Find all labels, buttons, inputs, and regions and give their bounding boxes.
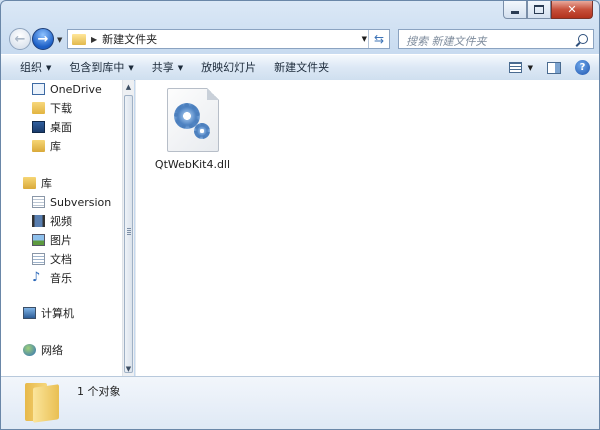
subversion-icon — [32, 196, 45, 208]
nav-item-onedrive[interactable]: OneDrive — [32, 80, 102, 98]
details-pane: 1 个对象 — [1, 376, 599, 429]
nav-item-computer[interactable]: 计算机 — [23, 304, 74, 322]
gear-icon — [193, 123, 210, 139]
file-list: QtWebKit4.dll — [135, 80, 599, 376]
include-label: 包含到库中 — [69, 61, 125, 74]
recent-pages-dropdown[interactable]: ▼ — [57, 36, 62, 44]
forward-button[interactable]: → — [32, 28, 54, 50]
dll-file-icon — [166, 88, 219, 152]
scroll-down-icon[interactable]: ▼ — [123, 363, 134, 375]
computer-icon — [23, 307, 36, 319]
desktop-icon — [32, 121, 45, 133]
share-menu[interactable]: 共享 ▼ — [143, 57, 192, 78]
slideshow-button[interactable]: 放映幻灯片 — [192, 57, 265, 78]
nav-label: 网络 — [41, 344, 63, 357]
nav-item-downloads[interactable]: 下载 — [32, 99, 72, 117]
back-arrow-icon: ← — [14, 31, 26, 47]
file-item[interactable]: QtWebKit4.dll — [150, 88, 235, 171]
forward-arrow-icon: → — [37, 31, 49, 47]
search-box[interactable]: 搜索 新建文件夹 — [398, 29, 594, 49]
nav-label: 下载 — [50, 102, 72, 115]
nav-label: 库 — [41, 177, 52, 190]
network-icon — [23, 344, 36, 356]
preview-pane-icon[interactable] — [547, 61, 561, 74]
close-button[interactable]: ✕ — [551, 1, 593, 19]
nav-item-subversion[interactable]: Subversion — [32, 193, 111, 211]
command-bar: 组织 ▼ 包含到库中 ▼ 共享 ▼ 放映幻灯片 新建文件夹 ▼ ? — [1, 54, 599, 81]
library-folder-icon — [23, 177, 36, 189]
navigation-pane: OneDrive 下载 桌面 库 库 Subversion 视频 图片 文档 ♪… — [1, 80, 122, 376]
music-icon: ♪ — [32, 270, 41, 285]
breadcrumb-current-folder[interactable]: 新建文件夹 — [102, 31, 157, 47]
navigation-scrollbar[interactable]: ▲ ▼ — [122, 80, 134, 376]
views-dropdown-icon[interactable]: ▼ — [528, 64, 533, 72]
nav-label: 音乐 — [50, 272, 72, 285]
nav-item-libraries-favorite[interactable]: 库 — [32, 137, 61, 155]
minimize-button[interactable] — [503, 1, 527, 19]
back-button[interactable]: ← — [9, 28, 31, 50]
nav-item-documents[interactable]: 文档 — [32, 250, 72, 268]
nav-label: 文档 — [50, 253, 72, 266]
nav-item-videos[interactable]: 视频 — [32, 212, 72, 230]
maximize-button[interactable] — [527, 1, 551, 19]
nav-item-pictures[interactable]: 图片 — [32, 231, 72, 249]
item-count: 1 个对象 — [77, 385, 121, 398]
file-name: QtWebKit4.dll — [154, 158, 231, 171]
close-icon: ✕ — [567, 3, 577, 16]
navigation-bar: ← → ▼ ▶ 新建文件夹 ▼ ⇆ 搜索 新建文件夹 — [1, 25, 599, 53]
scroll-up-icon[interactable]: ▲ — [123, 81, 134, 93]
nav-label: 桌面 — [50, 121, 72, 134]
organize-menu[interactable]: 组织 ▼ — [11, 57, 60, 78]
nav-label: 视频 — [50, 215, 72, 228]
scrollbar-thumb[interactable] — [124, 95, 133, 373]
dropdown-arrow-icon: ▼ — [177, 64, 184, 72]
include-in-library-menu[interactable]: 包含到库中 ▼ — [60, 57, 142, 78]
nav-label: 库 — [50, 140, 61, 153]
toolbar-right: ▼ ? — [508, 55, 599, 80]
breadcrumb-chevron-icon[interactable]: ▶ — [91, 35, 97, 44]
grip-icon — [127, 228, 131, 235]
videos-icon — [32, 215, 45, 227]
search-icon[interactable] — [578, 34, 588, 44]
minimize-icon — [511, 11, 519, 14]
nav-label: OneDrive — [50, 82, 102, 96]
new-folder-button[interactable]: 新建文件夹 — [265, 57, 338, 78]
folder-icon — [25, 383, 59, 423]
nav-item-desktop[interactable]: 桌面 — [32, 118, 72, 136]
nav-label: 计算机 — [41, 307, 74, 320]
help-icon[interactable]: ? — [575, 60, 590, 75]
nav-item-music[interactable]: ♪ 音乐 — [32, 269, 72, 287]
organize-label: 组织 — [20, 61, 42, 74]
explorer-window: ✕ ← → ▼ ▶ 新建文件夹 ▼ ⇆ 搜索 新建文件夹 组织 ▼ 包含到库中 ▼ … — [0, 0, 600, 430]
dropdown-arrow-icon: ▼ — [128, 64, 134, 72]
documents-icon — [32, 253, 45, 265]
nav-label: 图片 — [50, 234, 72, 247]
nav-label: Subversion — [50, 195, 112, 209]
share-label: 共享 — [151, 61, 174, 74]
refresh-icon: ⇆ — [373, 32, 385, 46]
folder-icon — [72, 33, 86, 45]
nav-item-libraries[interactable]: 库 — [23, 174, 52, 192]
address-bar[interactable]: ▶ 新建文件夹 ▼ ⇆ — [67, 29, 390, 49]
onedrive-icon — [32, 83, 45, 95]
dropdown-arrow-icon: ▼ — [46, 64, 52, 72]
search-input[interactable]: 搜索 新建文件夹 — [406, 33, 487, 49]
address-history-dropdown[interactable]: ▼ — [362, 35, 367, 43]
library-folder-icon — [32, 140, 45, 152]
downloads-folder-icon — [32, 102, 45, 114]
change-view-icon[interactable] — [508, 62, 522, 73]
refresh-button[interactable]: ⇆ — [368, 30, 389, 48]
pictures-icon — [32, 234, 45, 246]
nav-item-network[interactable]: 网络 — [23, 341, 63, 359]
caption-buttons: ✕ — [503, 1, 593, 19]
maximize-icon — [534, 5, 544, 14]
